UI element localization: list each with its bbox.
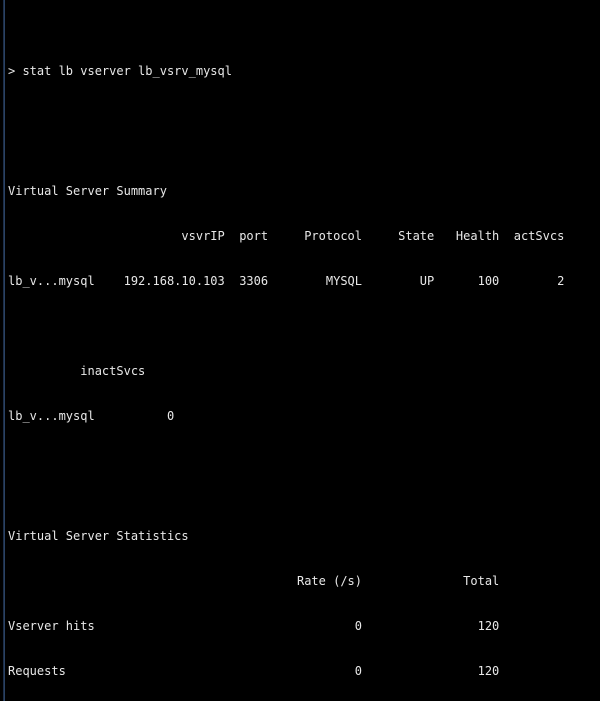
terminal-output: > stat lb vserver lb_vsrv_mysql Virtual … <box>0 0 564 701</box>
stat-row-requests: Requests 0 120 <box>8 664 500 678</box>
terminal-window[interactable]: > stat lb vserver lb_vsrv_mysql Virtual … <box>0 0 600 701</box>
inactsvcs-data-row: lb_v...mysql 0 <box>8 409 175 423</box>
statistics-header-row: Rate (/s) Total <box>8 574 500 588</box>
vserver-summary-title: Virtual Server Summary <box>8 184 167 198</box>
vserver-summary-header-row: vsvrIP port Protocol State Health actSvc… <box>8 229 565 243</box>
inactsvcs-header-row: inactSvcs <box>8 364 146 378</box>
stat-row-vserver-hits: Vserver hits 0 120 <box>8 619 500 633</box>
vserver-summary-data-row: lb_v...mysql 192.168.10.103 3306 MYSQL U… <box>8 274 565 288</box>
command-line: > stat lb vserver lb_vsrv_mysql <box>8 64 232 78</box>
vserver-statistics-title: Virtual Server Statistics <box>8 529 189 543</box>
